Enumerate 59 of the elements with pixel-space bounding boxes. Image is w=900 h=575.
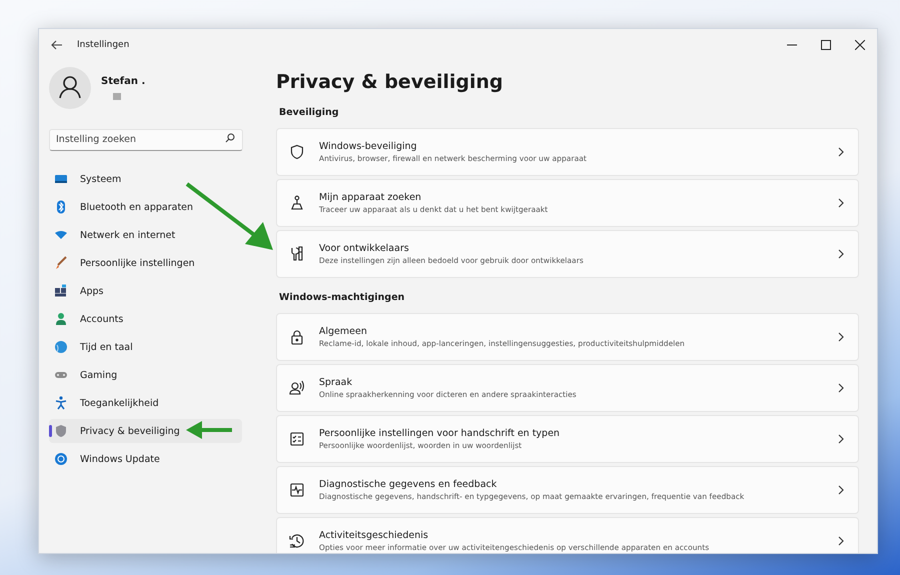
- chevron-right-icon: [838, 249, 844, 259]
- chevron-right-icon: [838, 332, 844, 342]
- maximize-icon[interactable]: [821, 40, 831, 50]
- nav-item[interactable]: Persoonlijke instellingen: [49, 251, 242, 275]
- wifi-icon: [54, 228, 68, 242]
- chevron-right-icon: [838, 198, 844, 208]
- chevron-right-icon: [838, 147, 844, 157]
- apps-icon: [54, 284, 68, 298]
- card-title: Windows-beveiliging: [319, 141, 418, 152]
- card-title: Algemeen: [319, 326, 368, 337]
- location-person-icon: [289, 195, 305, 211]
- chevron-right-icon: [838, 536, 844, 546]
- nav-item[interactable]: Bluetooth en apparaten: [49, 195, 242, 219]
- page-title: Privacy & beveiliging: [276, 71, 504, 93]
- accessibility-icon: [54, 396, 68, 410]
- card-title: Persoonlijke instellingen voor handschrift en typen: [319, 428, 561, 439]
- chevron-right-icon: [838, 485, 844, 495]
- nav-item[interactable]: Gaming: [49, 363, 242, 387]
- section-heading: Windows-machtigingen: [279, 292, 406, 303]
- chevron-right-icon: [838, 434, 844, 444]
- nav-item[interactable]: Privacy & beveiliging: [49, 419, 242, 443]
- checklist-icon: [289, 431, 305, 447]
- person-icon: [54, 312, 68, 326]
- tools-icon: [289, 246, 305, 262]
- brush-icon: [54, 256, 68, 270]
- history-icon: [289, 533, 305, 549]
- nav-item[interactable]: Toegankelijkheid: [49, 391, 242, 415]
- card-title: Mijn apparaat zoeken: [319, 192, 422, 203]
- card-title: Spraak: [319, 377, 354, 388]
- search-icon: [225, 133, 235, 143]
- nav-item[interactable]: Accounts: [49, 307, 242, 331]
- search-field[interactable]: Instelling zoeken: [49, 128, 243, 150]
- window-title: Instellingen: [77, 40, 130, 50]
- card-title: Diagnostische gegevens en feedback: [319, 479, 498, 490]
- chevron-right-icon: [838, 383, 844, 393]
- lock-icon: [289, 329, 305, 345]
- nav-item[interactable]: Systeem: [49, 167, 242, 191]
- avatar-icon[interactable]: [49, 67, 91, 109]
- sync-icon: [54, 452, 68, 466]
- nav-item[interactable]: Windows Update: [49, 447, 242, 471]
- shield-icon: [289, 144, 305, 160]
- speech-icon: [289, 380, 305, 396]
- nav-item[interactable]: Apps: [49, 279, 242, 303]
- selection-indicator: [49, 425, 52, 437]
- card-title: Voor ontwikkelaars: [319, 243, 410, 254]
- chart-icon: [289, 482, 305, 498]
- shield-icon: [54, 424, 68, 438]
- monitor-icon: [54, 172, 68, 186]
- annotation-arrow: [186, 420, 234, 440]
- account-placeholder-block: [113, 93, 121, 100]
- nav-item[interactable]: Tijd en taal: [49, 335, 242, 359]
- section-heading: Beveiliging: [279, 107, 340, 118]
- user-name: Stefan .: [101, 76, 146, 87]
- back-arrow-icon[interactable]: [51, 40, 63, 50]
- globe-icon: [54, 340, 68, 354]
- card-title: Activiteitsgeschiedenis: [319, 530, 430, 541]
- bluetooth-icon: [54, 200, 68, 214]
- nav-item[interactable]: Netwerk en internet: [49, 223, 242, 247]
- close-icon[interactable]: [855, 40, 865, 50]
